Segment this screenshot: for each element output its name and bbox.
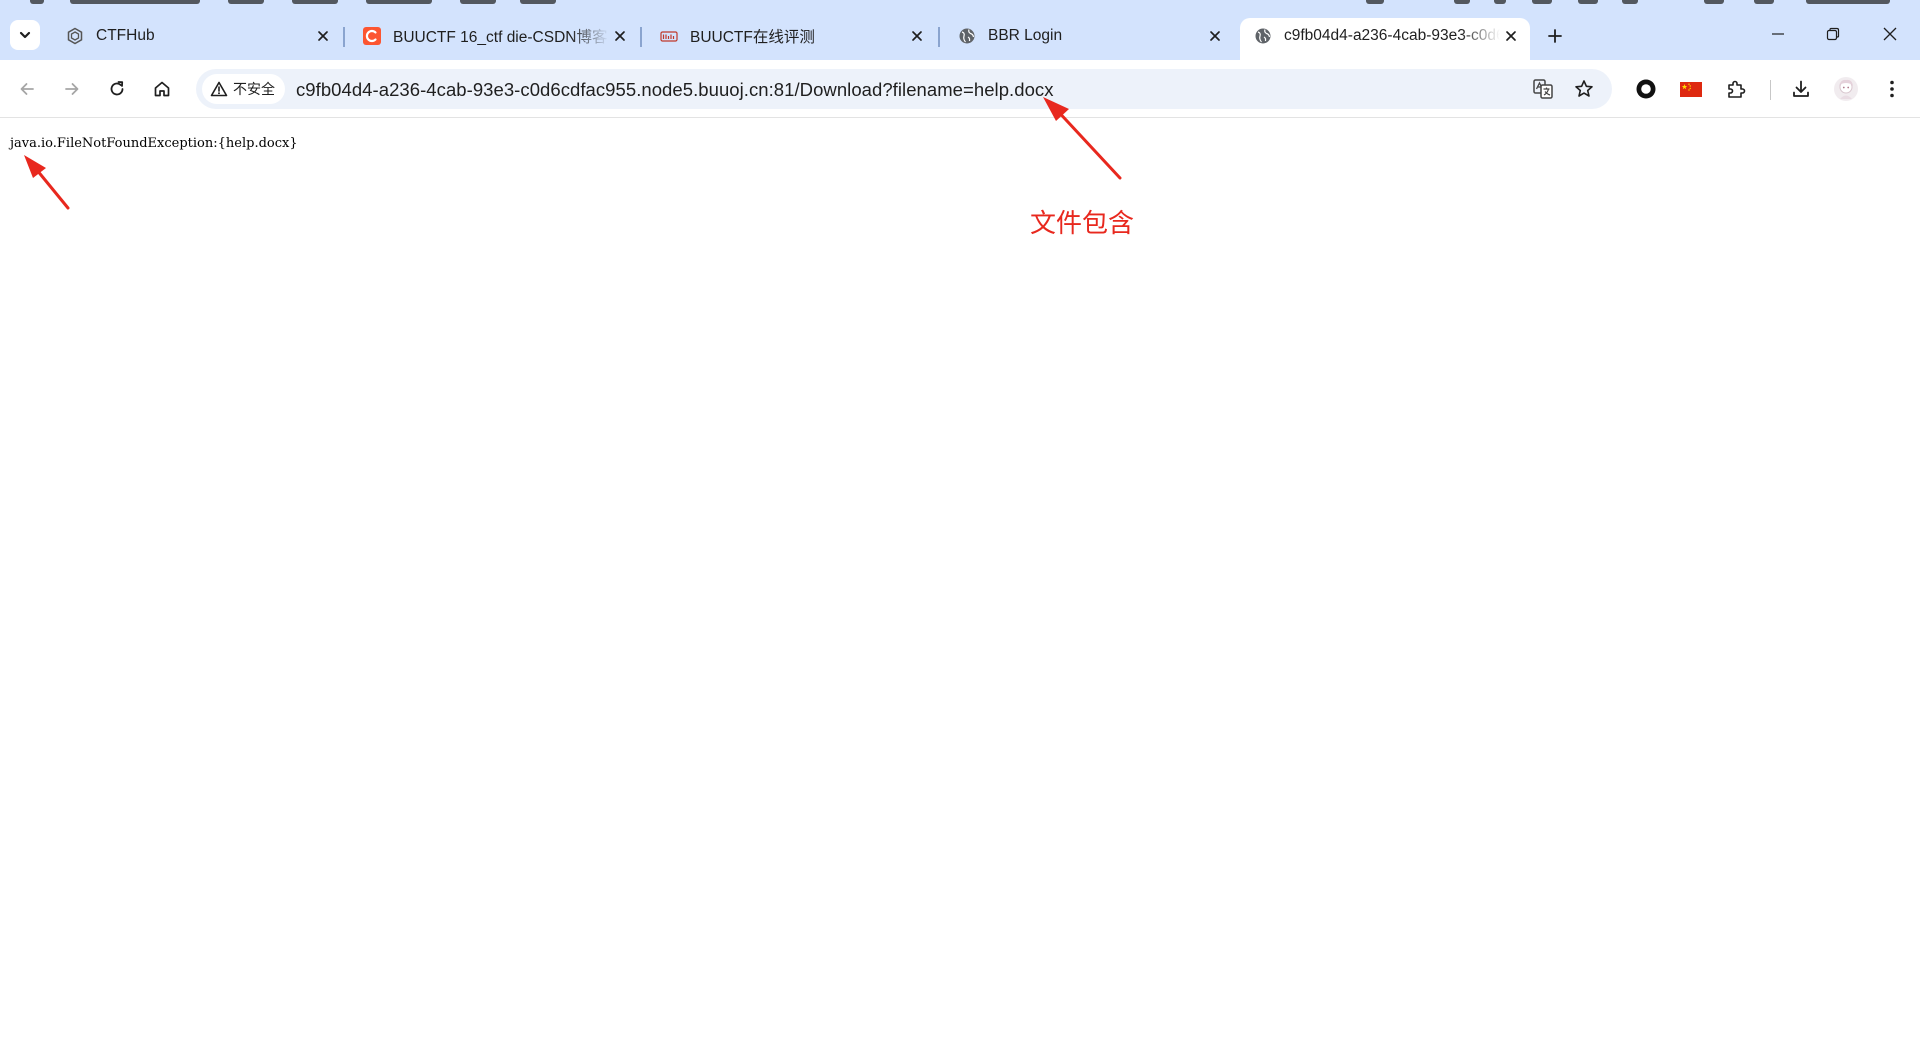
tab-bbr-login[interactable]: BBR Login (944, 19, 1234, 53)
minimize-button[interactable] (1758, 16, 1798, 52)
tab-ctfhub[interactable]: CTFHub (52, 19, 342, 53)
chevron-down-icon (19, 31, 31, 39)
tab-title: BBR Login (988, 27, 1063, 44)
tab-close-button[interactable] (312, 25, 334, 47)
restore-icon (1826, 27, 1840, 41)
globe-icon (958, 27, 976, 45)
tab-active-download[interactable]: c9fb04d4-a236-4cab-93e3-c0d6cdfac955.nod… (1240, 18, 1530, 60)
china-flag-icon (1680, 81, 1702, 97)
tab-csdn[interactable]: BUUCTF 16_ctf die-CSDN博客 (349, 19, 639, 53)
toolbar-divider (1770, 80, 1771, 100)
tab-separator (343, 27, 345, 47)
buuctf-icon (660, 27, 678, 45)
tab-close-button[interactable] (609, 25, 631, 47)
tab-close-button[interactable] (1500, 25, 1522, 47)
site-security-chip[interactable]: 不安全 (202, 74, 285, 104)
close-icon (1506, 31, 1516, 41)
close-icon (615, 31, 625, 41)
tab-title: BUUCTF在线评测 (690, 29, 815, 46)
annotation-label: 文件包含 (1030, 209, 1135, 239)
puzzle-extensions-icon (1728, 80, 1746, 98)
globe-icon (1254, 27, 1272, 45)
browser-menu-button[interactable] (1875, 72, 1909, 106)
reload-button[interactable] (100, 72, 134, 106)
plus-icon (1548, 29, 1562, 43)
close-icon (318, 31, 328, 41)
error-message: java.io.FileNotFoundException:{help.docx… (10, 136, 298, 151)
tab-title: CTFHub (96, 27, 155, 44)
back-arrow-icon (20, 83, 34, 95)
extensions-menu-button[interactable] (1719, 72, 1753, 106)
tab-separator (938, 27, 940, 47)
os-menubar-remnant (0, 0, 1920, 6)
translate-button[interactable] (1528, 74, 1558, 104)
home-icon (154, 81, 170, 97)
bookmark-button[interactable] (1569, 74, 1599, 104)
tab-strip: CTFHub BUUCTF 16_ctf die-CSDN博客 BUUCTF在线… (0, 0, 1920, 60)
translate-icon (1533, 79, 1553, 99)
url-text[interactable]: c9fb04d4-a236-4cab-93e3-c0d6cdfac955.nod… (296, 79, 1054, 101)
tab-search-button[interactable] (10, 20, 40, 50)
close-icon (1883, 27, 1897, 41)
restore-button[interactable] (1813, 16, 1853, 52)
close-icon (912, 31, 922, 41)
tab-title: c9fb04d4-a236-4cab-93e3-c0d6cdfac955.nod… (1284, 27, 1500, 44)
extension-flag-button[interactable] (1674, 72, 1708, 106)
page-content: java.io.FileNotFoundException:{help.docx… (0, 119, 1920, 1060)
address-bar[interactable]: 不安全 c9fb04d4-a236-4cab-93e3-c0d6cdfac955… (196, 69, 1612, 109)
download-icon (1793, 80, 1809, 97)
bookmark-star-icon (1575, 80, 1593, 97)
forward-button[interactable] (55, 72, 89, 106)
ctfhub-icon (66, 27, 84, 45)
close-icon (1210, 31, 1220, 41)
profile-avatar-icon (1834, 77, 1858, 101)
tab-separator (640, 27, 642, 47)
not-secure-label: 不安全 (233, 81, 275, 97)
tab-close-button[interactable] (906, 25, 928, 47)
new-tab-button[interactable] (1540, 21, 1570, 51)
csdn-icon (363, 27, 381, 45)
downloads-button[interactable] (1784, 72, 1818, 106)
back-button[interactable] (10, 72, 44, 106)
extension-circle-button[interactable] (1629, 72, 1663, 106)
profile-button[interactable] (1829, 72, 1863, 106)
tab-title: BUUCTF 16_ctf die-CSDN博客 (393, 29, 608, 46)
kebab-menu-icon (1890, 80, 1894, 98)
warning-triangle-icon (210, 81, 228, 97)
minimize-icon (1772, 33, 1784, 35)
tab-buuctf[interactable]: BUUCTF在线评测 (646, 19, 936, 53)
home-button[interactable] (145, 72, 179, 106)
tab-close-button[interactable] (1204, 25, 1226, 47)
close-window-button[interactable] (1870, 16, 1910, 52)
forward-arrow-icon (65, 83, 79, 95)
circle-extension-icon (1636, 79, 1656, 99)
reload-icon (110, 81, 124, 96)
browser-toolbar: 不安全 c9fb04d4-a236-4cab-93e3-c0d6cdfac955… (0, 60, 1920, 118)
